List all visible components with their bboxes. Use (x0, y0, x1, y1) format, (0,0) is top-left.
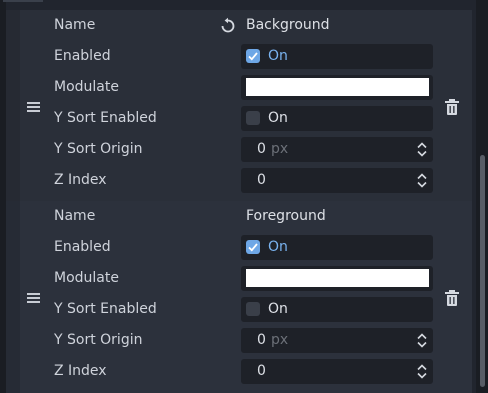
y-sort-origin-label: Y Sort Origin (54, 332, 143, 348)
y-sort-enabled-label: Y Sort Enabled (54, 301, 157, 317)
modulate-color-picker[interactable] (241, 75, 433, 100)
y-sort-enabled-label: Y Sort Enabled (54, 110, 157, 126)
name-value: Background (246, 17, 330, 33)
y-sort-origin-unit: px (271, 332, 289, 348)
layer-panel-background: Name Background Enabled On Modulate Y So… (6, 10, 472, 202)
enabled-label: Enabled (54, 48, 111, 64)
revert-icon[interactable] (219, 17, 237, 35)
enabled-checkbox-field[interactable]: On (241, 235, 433, 260)
z-index-label: Z Index (54, 172, 107, 188)
z-index-spinbox[interactable]: 0 (241, 359, 433, 384)
z-index-value: 0 (257, 363, 266, 379)
enabled-value: On (268, 239, 288, 255)
enabled-checkbox[interactable] (246, 240, 260, 254)
y-sort-origin-label: Y Sort Origin (54, 141, 143, 157)
enabled-value: On (268, 48, 288, 64)
checkmark-icon (248, 243, 258, 252)
top-divider (3, 0, 43, 2)
name-field[interactable]: Foreground (241, 204, 433, 229)
z-index-value: 0 (257, 172, 266, 188)
name-row: Name Background (6, 10, 472, 41)
enabled-row: Enabled On (6, 41, 472, 72)
name-row: Name Foreground (6, 201, 472, 232)
y-sort-enabled-checkbox[interactable] (246, 302, 260, 316)
enabled-checkbox[interactable] (246, 49, 260, 63)
y-sort-enabled-row: Y Sort Enabled On (6, 294, 472, 325)
y-sort-origin-unit: px (271, 141, 289, 157)
y-sort-enabled-checkbox-field[interactable]: On (241, 106, 433, 131)
name-label: Name (54, 17, 96, 33)
spinner-arrows-icon[interactable] (417, 142, 427, 157)
y-sort-enabled-value: On (268, 301, 288, 317)
y-sort-enabled-value: On (268, 110, 288, 126)
modulate-label: Modulate (54, 79, 119, 95)
y-sort-enabled-row: Y Sort Enabled On (6, 103, 472, 134)
y-sort-origin-spinbox[interactable]: 0 px (241, 137, 433, 162)
spinner-arrows-icon[interactable] (417, 333, 427, 348)
scrollbar-thumb[interactable] (480, 155, 485, 387)
y-sort-origin-row: Y Sort Origin 0 px (6, 134, 472, 165)
modulate-label: Modulate (54, 270, 119, 286)
modulate-color-swatch[interactable] (246, 269, 429, 287)
y-sort-enabled-checkbox-field[interactable]: On (241, 297, 433, 322)
y-sort-origin-value: 0 (257, 141, 266, 157)
enabled-row: Enabled On (6, 232, 472, 263)
y-sort-origin-value: 0 (257, 332, 266, 348)
layer-panel-foreground: Name Foreground Enabled On Modulate Y So… (6, 201, 472, 393)
modulate-row: Modulate (6, 263, 472, 294)
z-index-spinbox[interactable]: 0 (241, 168, 433, 193)
modulate-row: Modulate (6, 72, 472, 103)
checkmark-icon (248, 52, 258, 61)
y-sort-origin-spinbox[interactable]: 0 px (241, 328, 433, 353)
y-sort-enabled-checkbox[interactable] (246, 111, 260, 125)
z-index-row: Z Index 0 (6, 356, 472, 387)
enabled-checkbox-field[interactable]: On (241, 44, 433, 69)
z-index-row: Z Index 0 (6, 165, 472, 196)
spinner-arrows-icon[interactable] (417, 173, 427, 188)
z-index-label: Z Index (54, 363, 107, 379)
y-sort-origin-row: Y Sort Origin 0 px (6, 325, 472, 356)
name-value: Foreground (246, 208, 326, 224)
name-label: Name (54, 208, 96, 224)
modulate-color-swatch[interactable] (246, 78, 429, 96)
name-field[interactable]: Background (241, 13, 433, 38)
enabled-label: Enabled (54, 239, 111, 255)
spinner-arrows-icon[interactable] (417, 364, 427, 379)
modulate-color-picker[interactable] (241, 266, 433, 291)
